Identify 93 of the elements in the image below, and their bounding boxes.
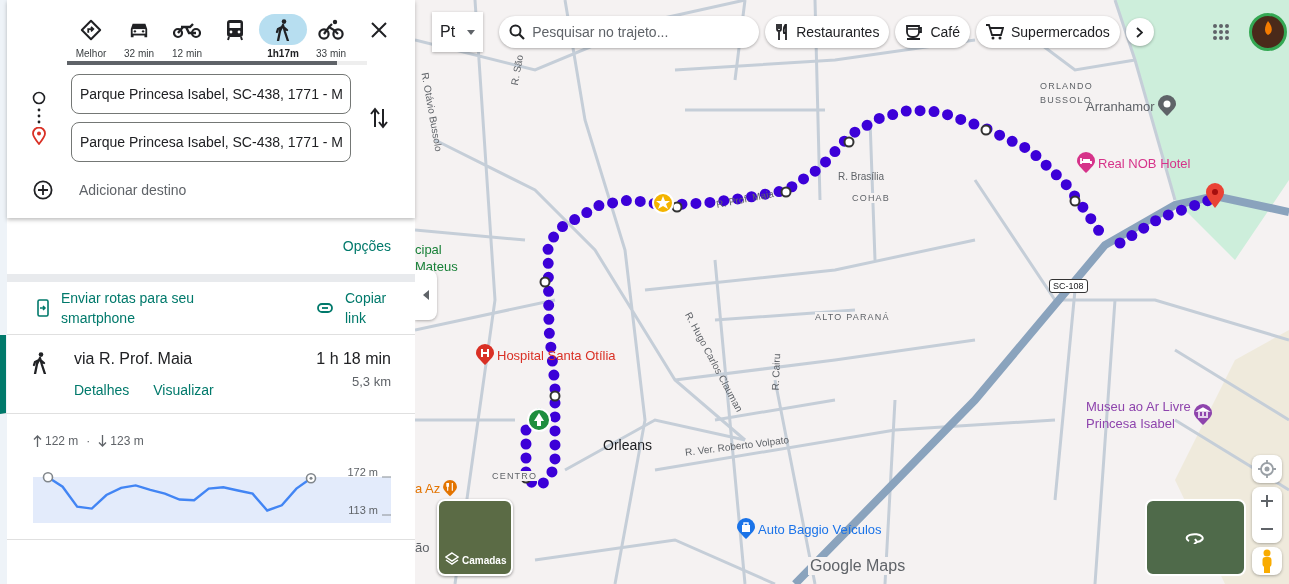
fork-knife-pin-icon[interactable] [442, 480, 459, 497]
crosshair-icon [1258, 460, 1276, 478]
museum-pin-icon[interactable] [1192, 404, 1213, 426]
swap-arrows-icon[interactable] [370, 107, 388, 129]
place-label[interactable]: Hospital Santa Otília [497, 346, 616, 364]
bed-pin-icon[interactable] [1076, 152, 1096, 174]
category-chip[interactable]: Café [895, 16, 970, 48]
close-icon[interactable] [371, 22, 387, 38]
zoom-out-button[interactable] [1252, 515, 1282, 543]
travel-mode-tab[interactable]: 12 min [163, 14, 211, 59]
waypoint-marker [780, 186, 792, 198]
cup-icon [905, 24, 924, 40]
fork-knife-icon [775, 24, 790, 40]
street-view-photo-placeholder[interactable] [1145, 499, 1246, 576]
chevron-right-icon [1136, 26, 1144, 38]
district-label: ALTO PARANÁ [815, 312, 890, 322]
street-label: R. Cairu [769, 353, 783, 391]
bicycle-icon [318, 18, 344, 41]
category-chip[interactable]: Restaurantes [765, 16, 890, 48]
waypoint-marker [1069, 195, 1081, 207]
street-label: R. Otávio Bussolo [419, 71, 445, 153]
walking-person-icon [275, 18, 291, 41]
link-icon[interactable] [317, 303, 333, 313]
place-label[interactable]: Real NOB Hotel [1098, 154, 1191, 172]
route-name: via R. Prof. Maia [74, 350, 194, 368]
place-label[interactable]: cipal Mateus [415, 241, 458, 275]
layers-icon [445, 552, 459, 566]
place-label[interactable]: Museu ao Ar Livre Princesa Isabel [1086, 398, 1191, 432]
waypoint-marker [539, 276, 551, 288]
add-circle-icon[interactable] [33, 180, 53, 200]
district-label: COHAB [852, 193, 890, 203]
place-label[interactable]: ão [415, 539, 430, 556]
hospital-pin-icon[interactable] [475, 344, 495, 366]
waypoint-marker [980, 124, 992, 136]
collapse-panel-button[interactable] [415, 270, 437, 320]
dotted-connector-icon [37, 108, 41, 124]
apps-grid-icon[interactable] [1213, 24, 1229, 40]
diamond-arrow-icon [80, 18, 102, 41]
elevation-scale-label: 113 m [348, 504, 378, 516]
ascent-text: 122 m [45, 434, 79, 448]
street-label: R. Prof. Maia [715, 188, 775, 210]
separator-dot: · [86, 434, 91, 448]
descent-text: 123 m [110, 434, 144, 448]
travel-mode-tab[interactable]: 33 min [307, 14, 355, 59]
zoom-in-button[interactable] [1252, 487, 1282, 515]
road-shield: SC-108 [1049, 279, 1088, 293]
send-to-phone-link[interactable]: Enviar rotas para seu smartphone [61, 288, 221, 328]
layers-button[interactable]: Camadas [437, 499, 513, 576]
travel-mode-tab[interactable]: 32 min [115, 14, 163, 59]
person-figure-icon [1261, 549, 1273, 573]
shopping-cart-icon [986, 24, 1004, 40]
details-link[interactable]: Detalhes [74, 382, 130, 398]
add-destination-link[interactable]: Adicionar destino [79, 182, 187, 198]
waypoint-marker [843, 136, 855, 148]
category-chip[interactable]: Supermercados [976, 16, 1120, 48]
street-label: R. Brasília [837, 170, 885, 182]
district-label: CENTRO [492, 471, 538, 481]
plus-icon [1261, 495, 1273, 507]
search-icon [509, 24, 526, 40]
origin-circle-icon [32, 91, 46, 105]
up-arrow-icon [33, 435, 42, 447]
my-location-button[interactable] [1252, 455, 1282, 483]
waypoint-marker [549, 390, 561, 402]
place-label[interactable]: Auto Baggio Veículos [758, 520, 882, 538]
map-type-button[interactable]: Pt [432, 12, 484, 52]
street-label: R. São [508, 54, 526, 86]
preview-link[interactable]: Visualizar [153, 382, 214, 398]
street-map-drawing[interactable] [415, 0, 1289, 584]
street-label: R. Ver. Roberto Volpato [684, 434, 790, 458]
district-label: ORLANDO [1040, 81, 1093, 91]
route-distance: 5,3 km [352, 374, 391, 389]
map-attribution: Google Maps [808, 557, 908, 575]
search-field[interactable]: Pesquisar no trajeto... [499, 16, 760, 48]
travel-mode-tab[interactable]: Melhor [67, 14, 115, 59]
caret-icon [467, 29, 476, 35]
rotate-arrow-icon [1184, 531, 1207, 544]
location-pin-icon [32, 127, 46, 145]
minus-icon [1261, 528, 1273, 530]
location-input-field[interactable]: Parque Princesa Isabel, SC-438, 1771 - M [71, 122, 351, 162]
place-pin-icon[interactable] [1156, 95, 1177, 117]
copy-link[interactable]: Copiar link [345, 288, 395, 328]
elevation-scale-label: 172 m [347, 466, 378, 478]
bus-icon [225, 18, 245, 41]
walking-person-icon [32, 352, 48, 374]
location-input-field[interactable]: Parque Princesa Isabel, SC-438, 1771 - M [71, 74, 351, 114]
location-pin-icon [1206, 183, 1224, 208]
shopping-bag-pin-icon[interactable] [736, 518, 756, 540]
town-label: Orleans [603, 437, 653, 453]
caret-left-icon [423, 290, 429, 300]
down-arrow-icon [98, 435, 108, 447]
options-link[interactable]: Opções [342, 238, 391, 254]
route-duration: 1 h 18 min [316, 350, 391, 368]
motorcycle-icon [173, 20, 201, 39]
